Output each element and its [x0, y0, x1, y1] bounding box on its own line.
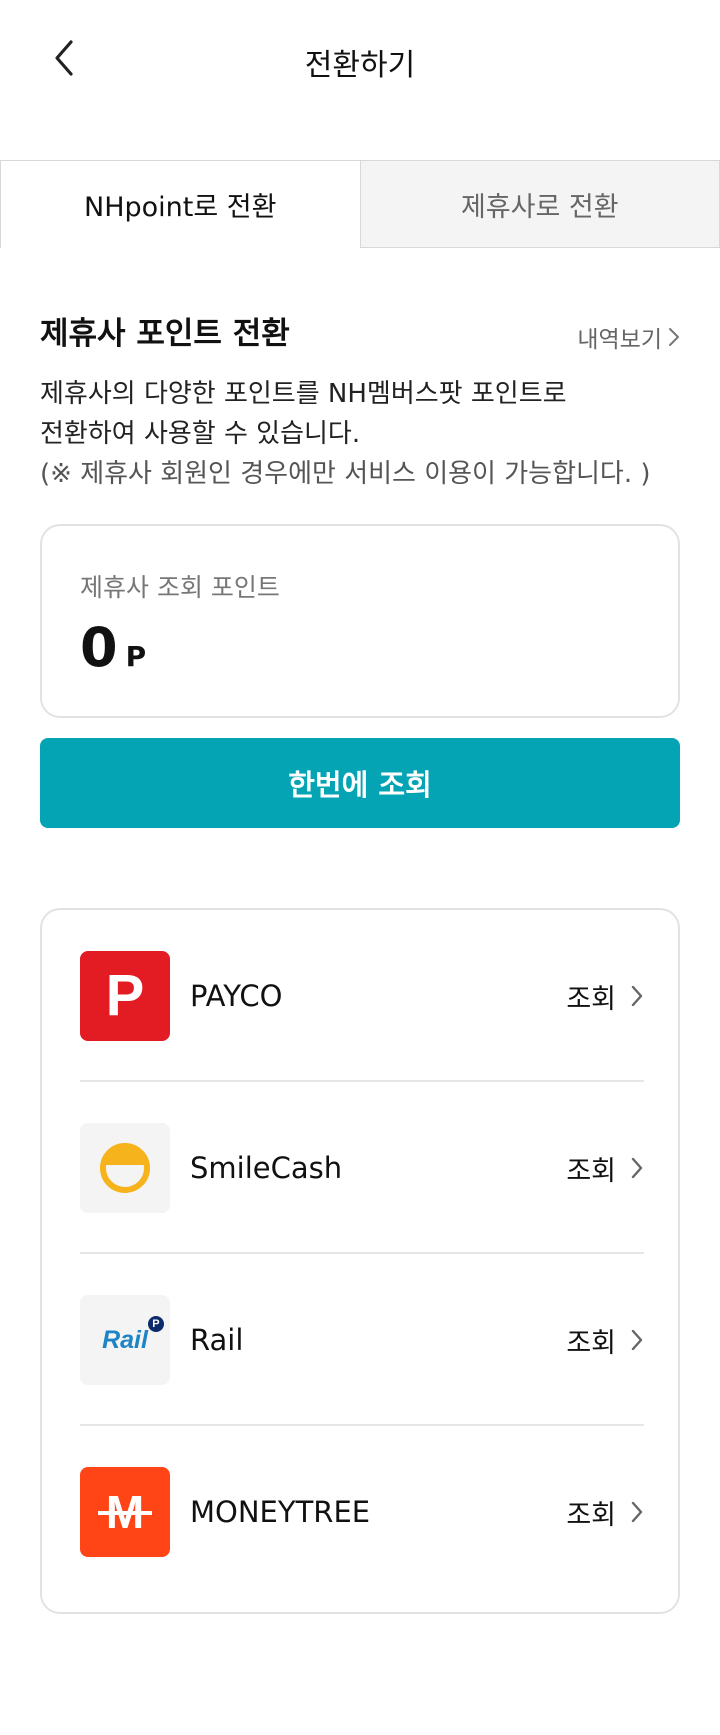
partner-name: MONEYTREE — [190, 1495, 371, 1529]
lookup-all-button[interactable]: 한번에 조회 — [40, 738, 680, 828]
history-link-label: 내역보기 — [577, 327, 662, 353]
payco-logo-icon: P — [80, 951, 170, 1041]
rail-logo-icon: Rail P — [80, 1295, 170, 1385]
partner-name: Rail — [190, 1323, 244, 1357]
partner-name: PAYCO — [190, 979, 283, 1013]
section-header: 제휴사 포인트 전환 내역보기 — [40, 312, 680, 356]
rail-logo-text: Rail — [102, 1325, 148, 1354]
lookup-label: 조회 — [566, 1327, 616, 1359]
partner-item-smilecash[interactable]: SmileCash 조회 — [80, 1082, 644, 1254]
page: 전환하기 NHpoint로 전환 제휴사로 전환 제휴사 포인트 전환 내역보기… — [0, 0, 720, 1735]
chevron-right-icon — [631, 1157, 643, 1179]
lookup-label: 조회 — [566, 1155, 616, 1187]
partner-list: P PAYCO 조회 SmileCash 조회 Rail P Rail 조회 M… — [40, 908, 680, 1614]
chevron-right-icon — [631, 985, 643, 1007]
lookup-button-payco[interactable]: 조회 — [566, 977, 644, 1016]
points-value: 0 P — [80, 616, 146, 679]
partner-item-moneytree[interactable]: M MONEYTREE 조회 — [80, 1426, 644, 1598]
page-title: 전환하기 — [304, 48, 416, 83]
smilecash-logo-icon — [80, 1123, 170, 1213]
description-line-2: 전환하여 사용할 수 있습니다. — [40, 419, 361, 449]
description-line-1: 제휴사의 다양한 포인트를 NH멤버스팟 포인트로 — [40, 379, 567, 409]
moneytree-logo-icon: M — [80, 1467, 170, 1557]
partner-points-card: 제휴사 조회 포인트 0 P — [40, 524, 680, 718]
section-description: 제휴사의 다양한 포인트를 NH멤버스팟 포인트로 전환하여 사용할 수 있습니… — [40, 374, 680, 494]
tab-bar: NHpoint로 전환 제휴사로 전환 — [0, 160, 720, 248]
history-link[interactable]: 내역보기 — [577, 320, 680, 354]
smile-face-icon — [100, 1143, 150, 1193]
partner-item-rail[interactable]: Rail P Rail 조회 — [80, 1254, 644, 1426]
lookup-button-smilecash[interactable]: 조회 — [566, 1149, 644, 1188]
membership-note: (※ 제휴사 회원인 경우에만 서비스 이용이 가능합니다. ) — [40, 459, 651, 489]
partner-item-payco[interactable]: P PAYCO 조회 — [80, 910, 644, 1082]
lookup-button-rail[interactable]: 조회 — [566, 1321, 644, 1360]
app-header: 전환하기 — [0, 0, 720, 120]
tab-nhpoint-conversion[interactable]: NHpoint로 전환 — [0, 161, 361, 248]
chevron-right-icon — [631, 1501, 643, 1523]
points-number: 0 — [80, 616, 118, 679]
rail-p-badge-icon: P — [147, 1315, 164, 1332]
payco-logo-text: P — [105, 963, 145, 1028]
partner-name: SmileCash — [190, 1151, 343, 1185]
lookup-label: 조회 — [566, 1499, 616, 1531]
tab-partner-conversion[interactable]: 제휴사로 전환 — [360, 161, 720, 248]
points-unit: P — [125, 640, 147, 673]
chevron-right-icon — [631, 1329, 643, 1351]
chevron-right-icon — [669, 328, 679, 346]
points-label: 제휴사 조회 포인트 — [80, 573, 280, 602]
lookup-label: 조회 — [566, 983, 616, 1015]
lookup-button-moneytree[interactable]: 조회 — [566, 1493, 644, 1532]
